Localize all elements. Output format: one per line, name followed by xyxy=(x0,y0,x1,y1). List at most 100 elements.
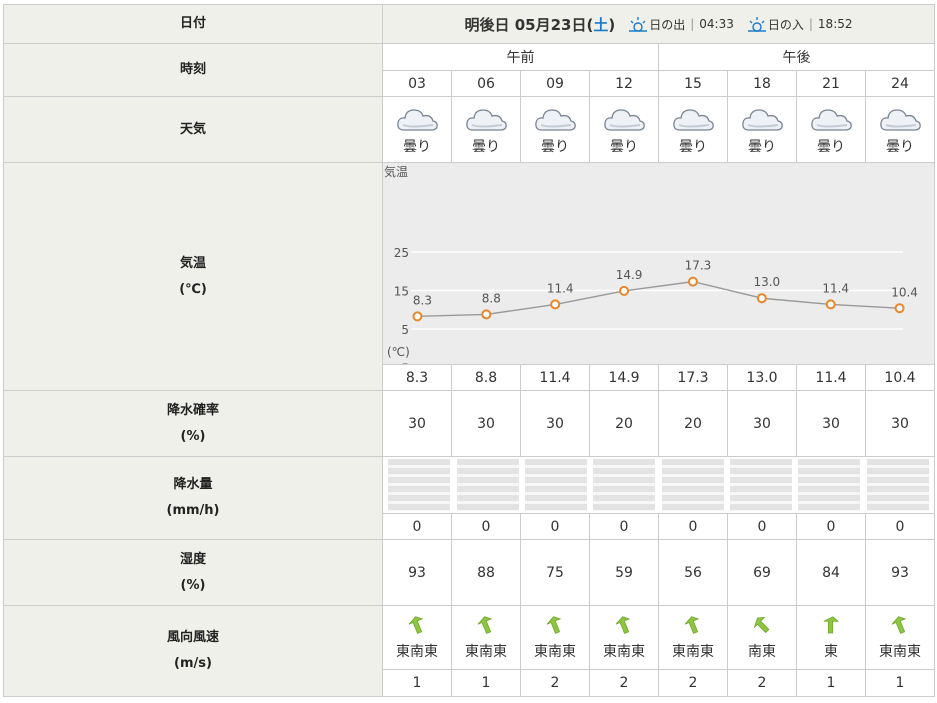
wind-direction: 東南東 xyxy=(534,643,576,660)
cloud-icon xyxy=(466,109,507,131)
precip-value: 0 xyxy=(658,513,728,540)
sunset-info: 日の入 | 18:52 xyxy=(747,16,853,33)
precip-value: 0 xyxy=(796,513,866,540)
wind-direction: 東 xyxy=(824,643,838,660)
precip-value: 0 xyxy=(864,513,936,540)
y-tick-label: 15 xyxy=(394,285,409,299)
wind-arrow-icon xyxy=(546,615,562,634)
data-label: 13.0 xyxy=(753,275,780,289)
wind-arrow-icon xyxy=(477,615,493,634)
y-axis-label: 気温 xyxy=(384,164,408,179)
weather-text: 曇り xyxy=(403,139,431,155)
wind-direction: 南東 xyxy=(748,643,776,660)
wind-direction: 東南東 xyxy=(879,643,921,660)
precip-bar xyxy=(798,459,861,511)
date-text: 明後日 05月23日(土) xyxy=(464,15,616,34)
sunrise-time: 04:33 xyxy=(699,17,734,31)
data-label: 17.3 xyxy=(685,259,712,273)
pop-value: 30 xyxy=(796,390,866,457)
temp-value: 11.4 xyxy=(796,364,866,391)
pop-value: 30 xyxy=(451,390,521,457)
weather-cell: 曇り xyxy=(864,96,936,163)
pop-label: 降水確率 (%) xyxy=(3,390,383,457)
temperature-chart: 気温 (℃) 25 15 5 -5 8.3 8.8 11.4 14.9 17.3 13.0 11.4 10… xyxy=(384,164,918,364)
weather-text: 曇り xyxy=(610,139,638,155)
wind-speed: 2 xyxy=(589,669,659,697)
wind-speed: 2 xyxy=(727,669,797,697)
wind-arrow-icon xyxy=(408,615,424,634)
wind-direction: 東南東 xyxy=(603,643,645,660)
precip-bar xyxy=(730,459,793,511)
weather-text: 曇り xyxy=(472,139,500,155)
wind-dir-cell: 東南東 xyxy=(589,605,659,670)
wind-speed: 1 xyxy=(451,669,521,697)
wind-arrow-icon xyxy=(823,615,840,633)
temp-label: 気温 (℃) xyxy=(3,162,383,391)
sunset-icon xyxy=(747,17,766,32)
humidity-value: 59 xyxy=(589,539,659,606)
temperature-point xyxy=(756,293,767,304)
pop-value: 20 xyxy=(589,390,659,457)
hour-cell: 06 xyxy=(451,70,521,97)
temp-value: 14.9 xyxy=(589,364,659,391)
date-row: 日付 明後日 05月23日(土) 日の出 | 04:33 日の入 | 18:52 xyxy=(3,4,936,44)
temperature-point xyxy=(619,285,630,296)
temperature-point xyxy=(412,311,423,322)
temp-value: 11.4 xyxy=(520,364,590,391)
hour-cell: 09 xyxy=(520,70,590,97)
pop-value: 30 xyxy=(727,390,797,457)
sunset-label: 日の入 xyxy=(767,17,804,32)
weather-text: 曇り xyxy=(679,139,707,155)
hour-cell: 12 xyxy=(589,70,659,97)
weather-row: 天気 曇り 曇り 曇り 曇り 曇り 曇り 曇り 曇り xyxy=(3,96,936,163)
pop-value: 30 xyxy=(382,390,452,457)
pop-value: 30 xyxy=(520,390,590,457)
precip-value: 0 xyxy=(451,513,521,540)
ampm-row: 時刻 午前 午後 xyxy=(3,43,936,97)
date-header: 明後日 05月23日(土) 日の出 | 04:33 日の入 | 18:52 xyxy=(381,4,936,44)
precip-bar xyxy=(524,459,587,511)
sunrise-label: 日の出 xyxy=(649,17,686,32)
humidity-value: 56 xyxy=(658,539,728,606)
hour-cell: 15 xyxy=(658,70,728,97)
wind-dir-cell: 東 xyxy=(796,605,866,670)
temperature-point xyxy=(481,309,492,320)
data-label: 14.9 xyxy=(616,268,643,282)
humidity-row: 湿度 (%) 93 88 75 59 56 69 84 93 xyxy=(3,539,936,606)
humidity-value: 84 xyxy=(796,539,866,606)
precip-label: 降水量 (mm/h) xyxy=(3,456,383,540)
forecast-table: 日付 明後日 05月23日(土) 日の出 | 04:33 日の入 | 18:52… xyxy=(3,4,936,697)
cloud-icon xyxy=(880,109,921,131)
wind-arrow-icon xyxy=(891,615,907,634)
weather-text: 曇り xyxy=(886,139,914,155)
temp-value: 10.4 xyxy=(864,364,936,391)
humidity-value: 93 xyxy=(864,539,936,606)
weather-text: 曇り xyxy=(748,139,776,155)
wind-arrow-icon xyxy=(753,616,770,633)
temp-value: 8.8 xyxy=(451,364,521,391)
precip-bars-row: 降水量 (mm/h) xyxy=(3,456,936,540)
wind-arrow-icon xyxy=(615,615,631,634)
humidity-value: 69 xyxy=(727,539,797,606)
time-label: 時刻 xyxy=(3,43,383,97)
hour-cell: 18 xyxy=(727,70,797,97)
weather-cell: 曇り xyxy=(520,96,590,163)
precip-value: 0 xyxy=(589,513,659,540)
temp-chart-row: 気温(℃) 気温(℃)25155-58.38.811.414.917.313.0… xyxy=(3,162,936,391)
temp-chart-cell: 気温 (℃) 25 15 5 -5 8.3 8.8 11.4 14.9 17.3 13.0 11.4 10… xyxy=(381,162,936,365)
wind-direction: 東南東 xyxy=(465,643,507,660)
wind-speed: 2 xyxy=(520,669,590,697)
wind-dir-row: 風向風速 (m/s) 東南東 東南東 東南東 東南東 東南東 南東 東 東南東 xyxy=(3,605,936,697)
precip-value: 0 xyxy=(382,513,452,540)
wind-speed: 2 xyxy=(658,669,728,697)
data-label: 10.4 xyxy=(891,285,918,299)
weather-cell: 曇り xyxy=(727,96,797,163)
cloud-icon xyxy=(604,109,645,131)
temperature-point xyxy=(550,299,561,310)
temperature-point xyxy=(894,303,905,314)
weather-cell: 曇り xyxy=(658,96,728,163)
wind-speed: 1 xyxy=(796,669,866,697)
data-label: 8.3 xyxy=(413,293,432,307)
wind-dir-cell: 東南東 xyxy=(382,605,452,670)
precip-bars-cell xyxy=(381,456,936,514)
